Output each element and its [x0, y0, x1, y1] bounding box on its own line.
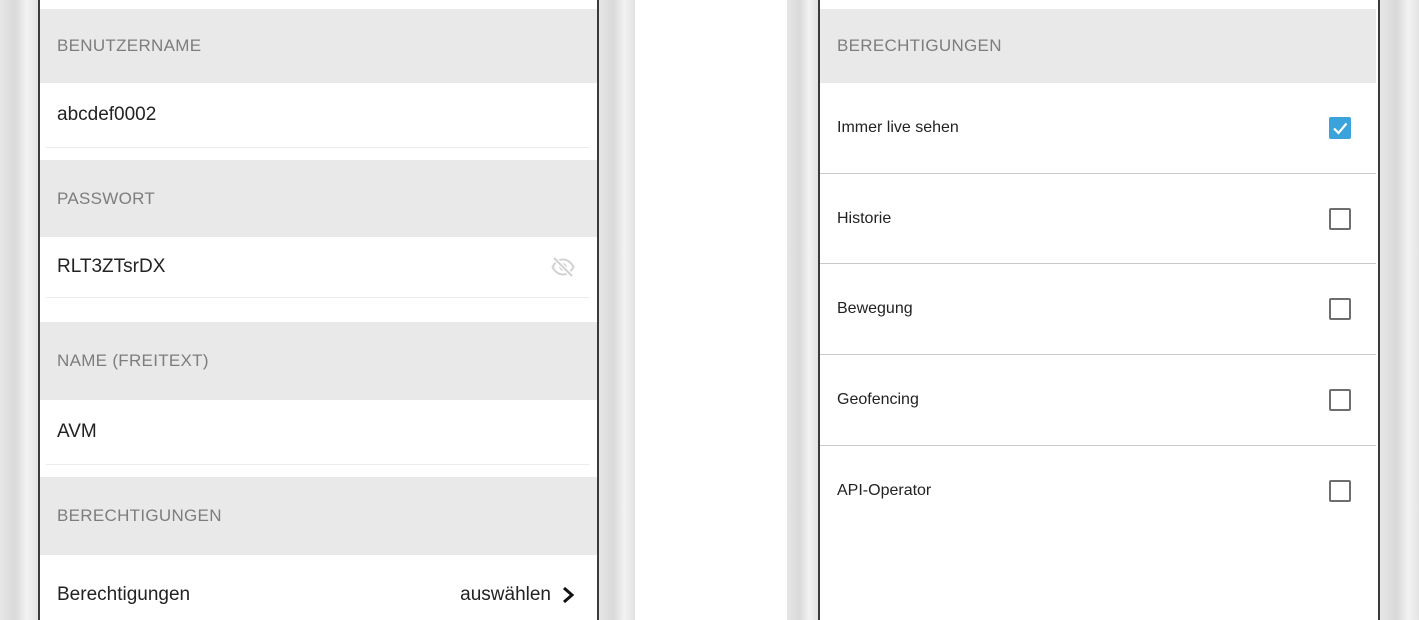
device-frame-left-edge — [0, 0, 40, 620]
permission-checkbox[interactable] — [1329, 117, 1351, 139]
permission-label: Immer live sehen — [837, 119, 959, 136]
eye-off-icon[interactable] — [551, 255, 575, 279]
username-field[interactable]: abcdef0002 — [46, 83, 589, 148]
permissions-row-label: Berechtigungen — [57, 584, 191, 605]
permission-checkbox[interactable] — [1329, 480, 1351, 502]
user-form-screen: BENUTZERNAME abcdef0002 PASSWORT RLT3ZTs… — [40, 0, 597, 620]
permission-row[interactable]: API-Operator — [820, 446, 1376, 536]
username-value: abcdef0002 — [57, 104, 157, 125]
password-header: PASSWORT — [40, 160, 597, 237]
permission-label: Bewegung — [837, 300, 913, 317]
device-frame-right-edge — [597, 0, 635, 620]
checkmark-icon — [1333, 122, 1348, 135]
name-header: NAME (FREITEXT) — [40, 322, 597, 400]
permission-row[interactable]: Immer live sehen — [820, 83, 1376, 174]
permissions-title-header: BERECHTIGUNGEN — [820, 9, 1376, 83]
permissions-screen: BERECHTIGUNGEN Immer live sehen Historie… — [820, 0, 1376, 620]
permissions-list: Immer live sehen Historie Bewegung Geofe… — [820, 83, 1376, 536]
permissions-select-row[interactable]: Berechtigungen auswählen — [40, 555, 597, 620]
password-field[interactable]: RLT3ZTsrDX — [46, 237, 589, 298]
permission-checkbox[interactable] — [1329, 298, 1351, 320]
username-header: BENUTZERNAME — [40, 9, 597, 83]
permission-row[interactable]: Bewegung — [820, 264, 1376, 355]
device-frame-right-edge — [1378, 0, 1419, 620]
chevron-right-icon — [561, 586, 575, 604]
permission-label: Geofencing — [837, 391, 919, 408]
permission-row[interactable]: Geofencing — [820, 355, 1376, 446]
permission-row[interactable]: Historie — [820, 174, 1376, 264]
top-gap — [40, 0, 597, 9]
permission-label: Historie — [837, 209, 892, 227]
permission-checkbox[interactable] — [1329, 389, 1351, 411]
permission-checkbox[interactable] — [1329, 207, 1351, 230]
permission-label: API-Operator — [837, 482, 932, 499]
permissions-header: BERECHTIGUNGEN — [40, 477, 597, 555]
name-value: AVM — [57, 421, 97, 442]
password-value: RLT3ZTsrDX — [57, 256, 166, 277]
name-field[interactable]: AVM — [46, 400, 589, 465]
permissions-row-action: auswählen — [460, 584, 551, 605]
device-frame-left-edge — [787, 0, 820, 620]
